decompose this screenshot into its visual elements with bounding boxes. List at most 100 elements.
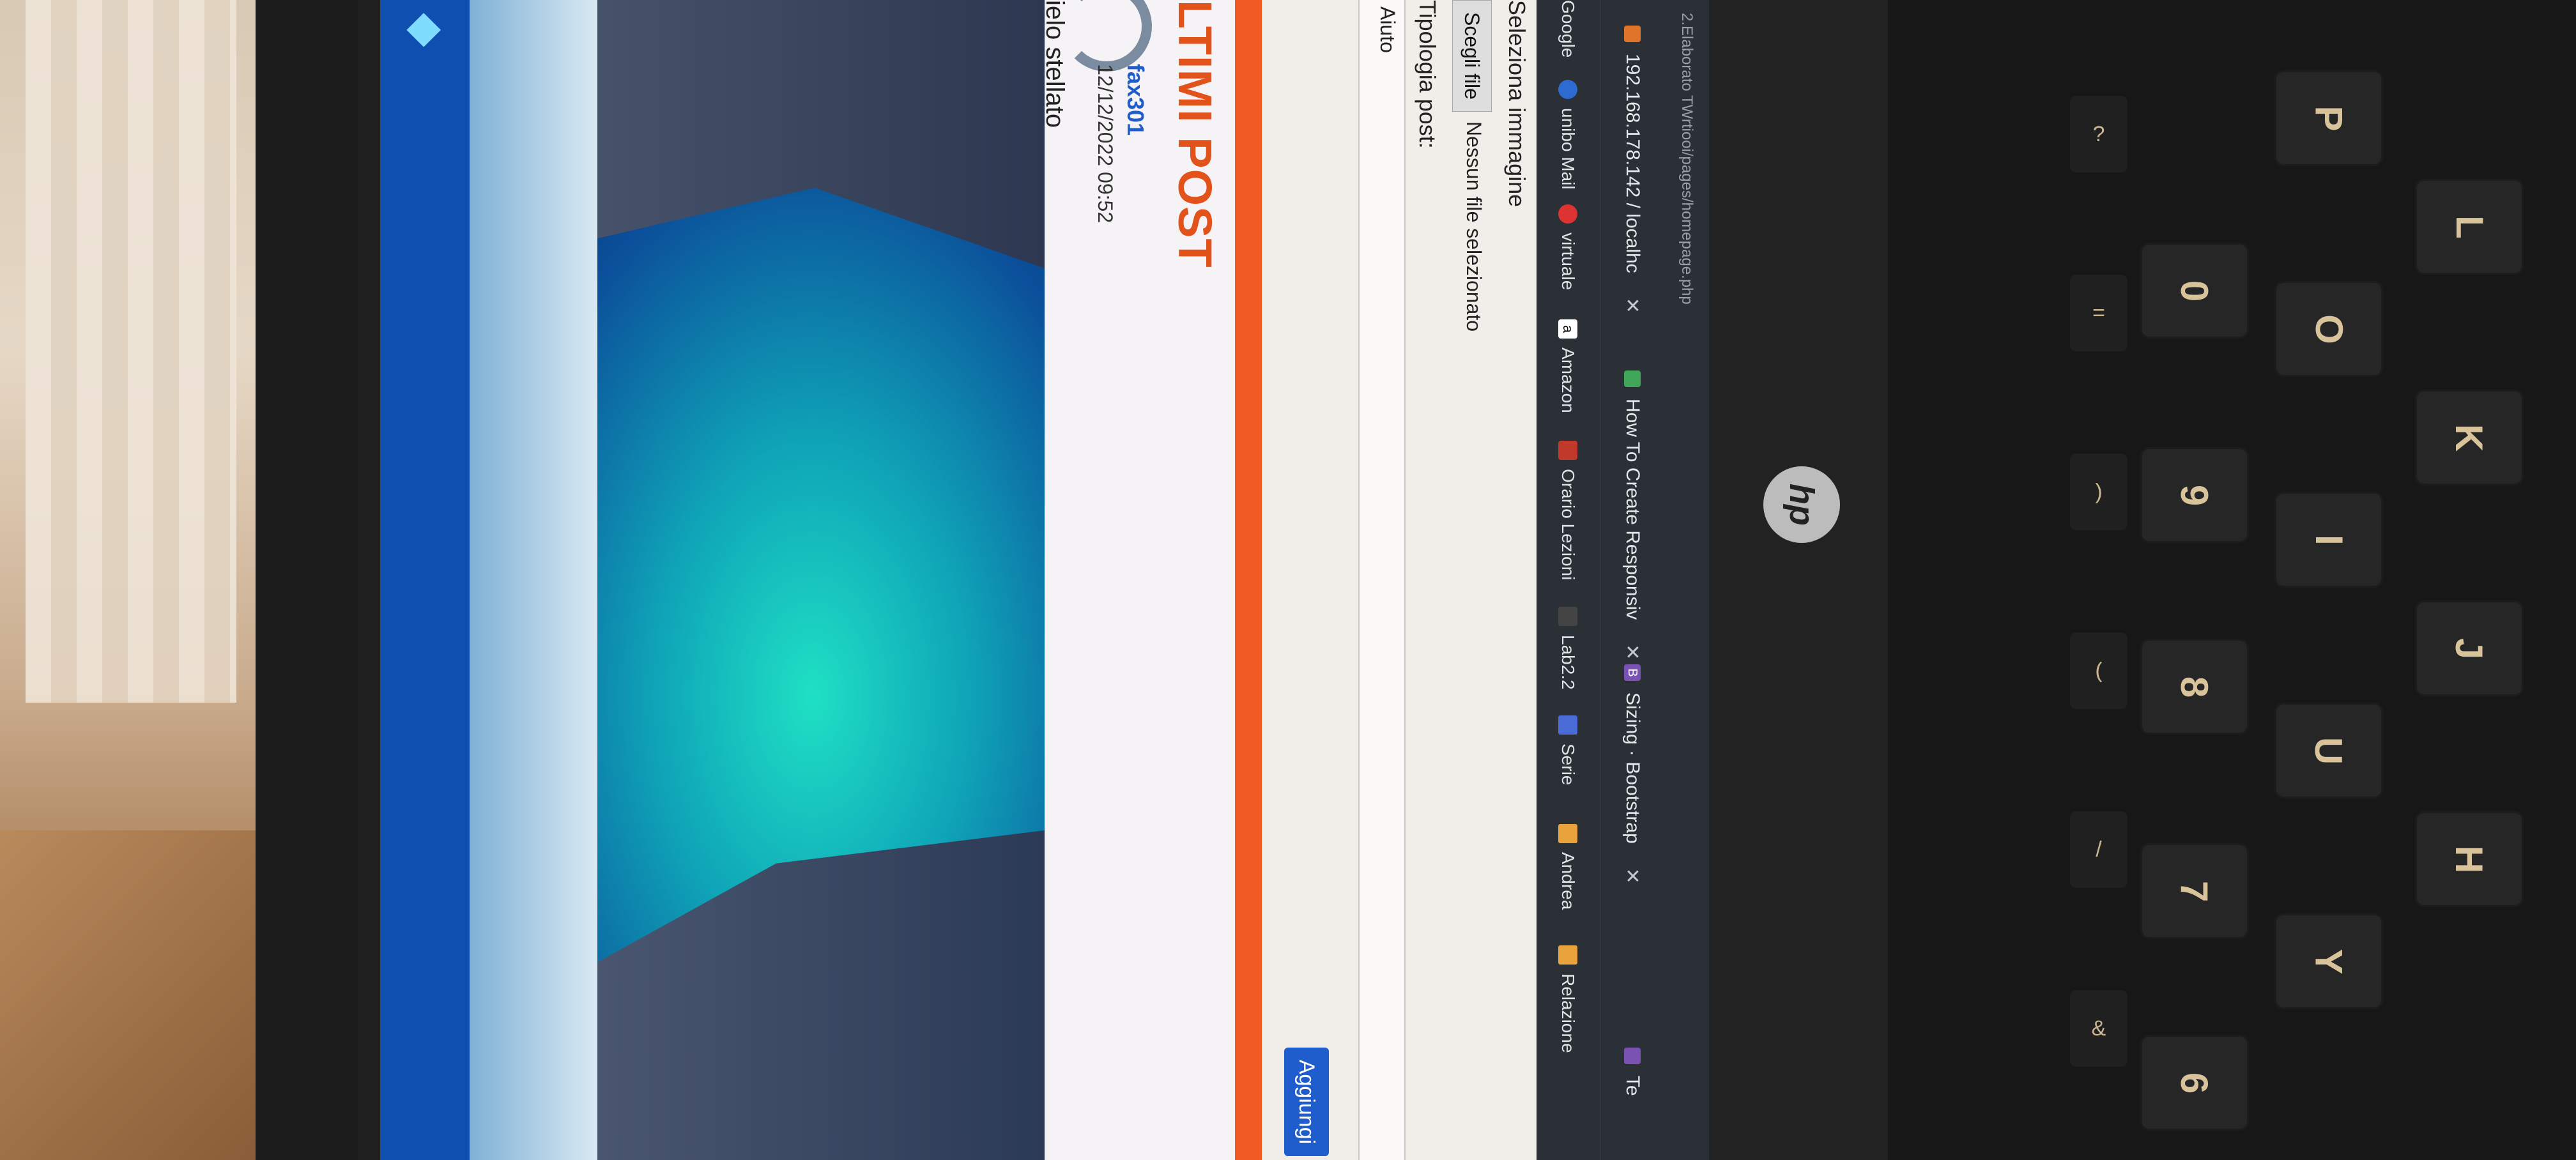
key-label: J	[2448, 637, 2491, 659]
key-k[interactable]: K	[2415, 390, 2524, 485]
close-icon[interactable]: ✕	[1621, 868, 1644, 884]
function-key[interactable]: &	[2070, 990, 2128, 1067]
key-label: U	[2307, 736, 2350, 765]
key-p[interactable]: P	[2274, 70, 2383, 166]
bookmark-label: Lab2.2	[1558, 635, 1578, 690]
function-key[interactable]: (	[2070, 632, 2128, 709]
function-key[interactable]: )	[2070, 454, 2128, 530]
tab-responsive[interactable]: How To Create Responsiv ✕	[1600, 358, 1664, 673]
bookmark-orario-lezioni[interactable]: Orario Lezioni	[1536, 441, 1600, 580]
key-j[interactable]: J	[2415, 600, 2524, 696]
image-label: Seleziona immagine	[1504, 0, 1530, 208]
key-label: 0	[2173, 280, 2216, 301]
post-author[interactable]: fax301	[1122, 64, 1149, 135]
bookmark-label: Serie	[1558, 744, 1578, 786]
page-icon	[1558, 607, 1577, 626]
key-6[interactable]: 6	[2140, 1035, 2249, 1131]
couch	[0, 830, 256, 1160]
post-type-value: Aiuto	[1376, 6, 1399, 53]
add-button[interactable]: Aggiungi	[1284, 1048, 1329, 1156]
key-label: L	[2448, 215, 2491, 239]
key-7[interactable]: 7	[2140, 843, 2249, 939]
function-key[interactable]: /	[2070, 811, 2128, 888]
bookmark-label: Google	[1558, 0, 1578, 58]
md-icon	[1558, 715, 1577, 735]
key-l[interactable]: L	[2415, 179, 2524, 275]
file-status: Nessun file selezionato	[1462, 121, 1485, 332]
key-label: 9	[2173, 484, 2216, 506]
avatar	[1061, 0, 1152, 72]
virtuale-icon	[1558, 204, 1577, 224]
bookmark-unibo-mail[interactable]: unibo Mail	[1536, 80, 1600, 190]
bookmark-virtuale[interactable]: virtuale	[1536, 204, 1600, 290]
bookmark-lab22[interactable]: Lab2.2	[1536, 607, 1600, 690]
key-8[interactable]: 8	[2140, 639, 2249, 735]
key-i[interactable]: I	[2274, 492, 2383, 588]
folder-icon	[1558, 945, 1577, 965]
tab-bootstrap[interactable]: B Sizing · Bootstrap ✕	[1600, 652, 1664, 897]
start-icon[interactable]: ◆	[401, 13, 454, 47]
bookmark-google[interactable]: Google	[1536, 0, 1600, 57]
bookmark-andrea[interactable]: Andrea	[1536, 824, 1600, 910]
key-9[interactable]: 9	[2140, 447, 2249, 543]
choose-file-button[interactable]: Scegli file	[1452, 0, 1492, 112]
bookmark-amazon[interactable]: a Amazon	[1536, 319, 1600, 413]
key-label: K	[2448, 424, 2491, 452]
key-label: 8	[2173, 676, 2216, 698]
key-label: Y	[2307, 948, 2350, 975]
bookmark-relazione[interactable]: Relazione	[1536, 945, 1600, 1053]
orange-divider	[1235, 0, 1262, 1160]
tab-label: How To Create Responsiv	[1622, 399, 1643, 620]
function-key[interactable]: ?	[2070, 96, 2128, 172]
key-o[interactable]: O	[2274, 281, 2383, 377]
room-background	[0, 0, 256, 1160]
calendar-icon	[1558, 441, 1577, 460]
key-h[interactable]: H	[2415, 811, 2524, 907]
laptop-screen: 192.168.178.142 / localhc ✕ How To Creat…	[380, 0, 1709, 1160]
key-u[interactable]: U	[2274, 703, 2383, 798]
key-label: 7	[2173, 880, 2216, 902]
phpmyadmin-icon	[1624, 26, 1641, 42]
bookmark-label: unibo Mail	[1558, 108, 1578, 190]
post-type-label: Tipologia post:	[1414, 0, 1441, 149]
taskbar	[380, 0, 470, 1160]
laptop-bezel	[256, 0, 358, 1160]
laptop-hinge	[1709, 0, 1888, 1160]
key-label: P	[2307, 105, 2350, 132]
key-label: 6	[2173, 1072, 2216, 1094]
address-bar[interactable]: 2.Elaborato TWrtiooi/pages/homepage.php	[1664, 0, 1709, 317]
key-label: O	[2307, 314, 2350, 344]
url-text: 2.Elaborato TWrtiooi/pages/homepage.php	[1678, 13, 1696, 305]
bookmark-serie[interactable]: Serie	[1536, 715, 1600, 785]
hp-logo: hp	[1763, 466, 1840, 543]
folder-icon	[1558, 824, 1577, 843]
bootstrap-icon	[1624, 1048, 1641, 1064]
function-key[interactable]: =	[2070, 275, 2128, 351]
bookmark-label: Relazione	[1558, 973, 1578, 1053]
post-date: 12/12/2022 09:52	[1094, 64, 1117, 224]
post-type-select[interactable]	[1358, 0, 1406, 1160]
tab-label: Sizing · Bootstrap	[1622, 692, 1643, 844]
new-post-form: Seleziona immagine Scegli file Nessun fi…	[1262, 0, 1537, 1160]
close-icon[interactable]: ✕	[1621, 298, 1644, 314]
tab-te[interactable]: Te	[1600, 1035, 1664, 1109]
laptop-bezel-inner	[358, 0, 380, 1160]
outlook-icon	[1558, 80, 1577, 99]
amazon-icon: a	[1558, 319, 1577, 339]
w3schools-icon	[1624, 370, 1641, 387]
browser-tab-bar: 192.168.178.142 / localhc ✕ How To Creat…	[1600, 0, 1709, 1160]
bookmark-label: Amazon	[1558, 347, 1578, 413]
key-label: I	[2307, 534, 2350, 546]
tab-localhost[interactable]: 192.168.178.142 / localhc ✕	[1600, 13, 1664, 326]
bookmark-label: Orario Lezioni	[1558, 469, 1578, 581]
screen-content: 192.168.178.142 / localhc ✕ How To Creat…	[380, 0, 1709, 1160]
key-0[interactable]: 0	[2140, 243, 2249, 339]
bookmark-label: virtuale	[1558, 233, 1578, 291]
section-title: LTIMI POST	[1169, 0, 1222, 268]
tab-label: Te	[1622, 1076, 1643, 1096]
key-y[interactable]: Y	[2274, 913, 2383, 1009]
curtain	[26, 0, 236, 703]
key-label: H	[2448, 845, 2491, 873]
bookmark-label: Andrea	[1558, 852, 1578, 910]
bookmarks-bar: Google unibo Mail virtuale a Amazon Orari…	[1536, 0, 1600, 1160]
